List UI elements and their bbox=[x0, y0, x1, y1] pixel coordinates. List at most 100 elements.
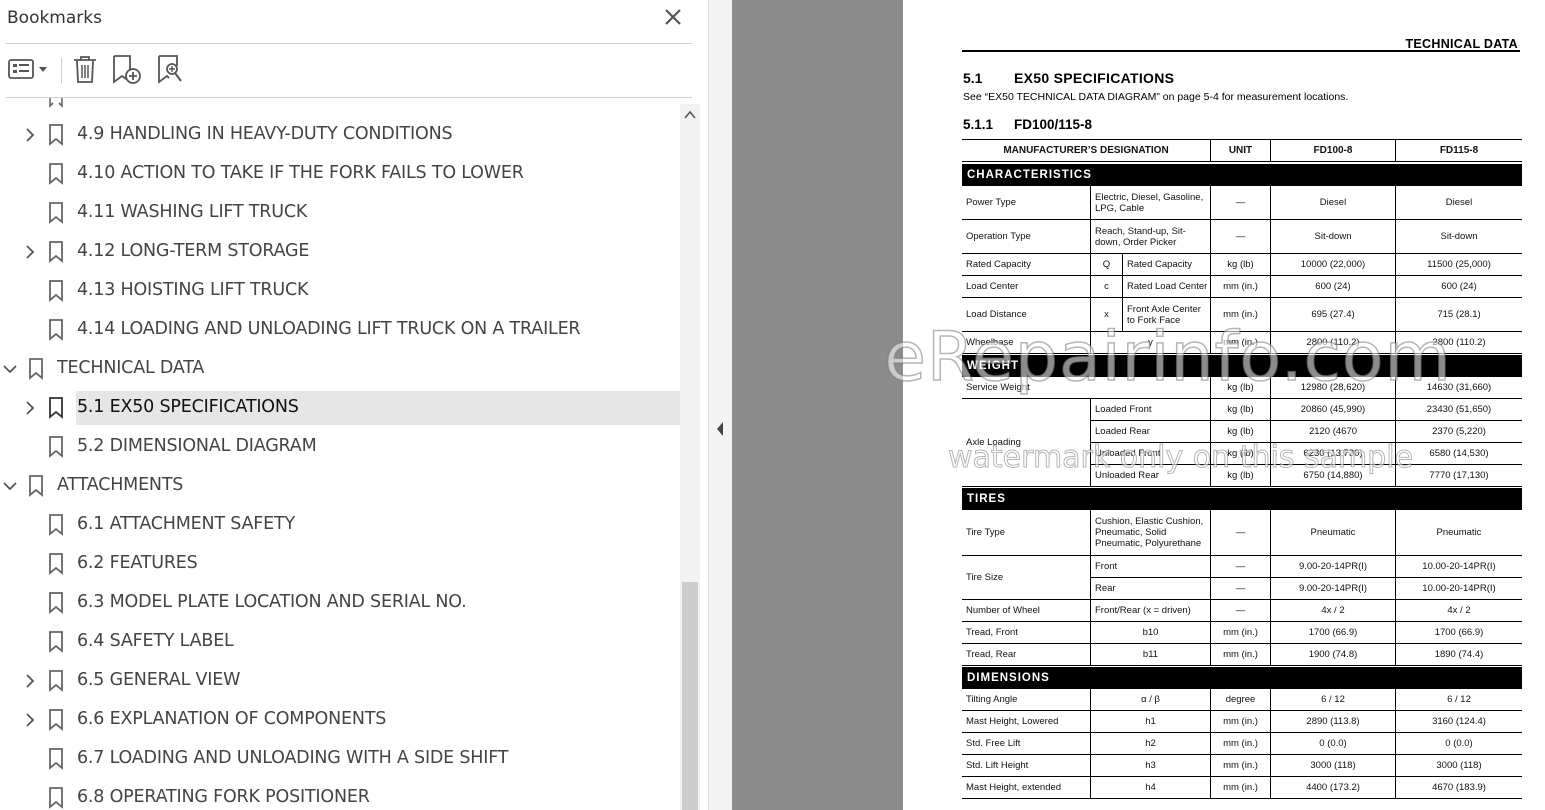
bookmark-icon bbox=[49, 319, 63, 341]
bookmark-icon bbox=[49, 163, 63, 185]
chevron-right-icon[interactable] bbox=[22, 400, 38, 416]
bookmark-item[interactable]: 4.14 LOADING AND UNLOADING LIFT TRUCK ON… bbox=[0, 313, 680, 347]
panel-splitter[interactable] bbox=[708, 0, 732, 810]
table-cell: 7770 (17,130) bbox=[1395, 465, 1522, 487]
bookmark-item[interactable]: 6.2 FEATURES bbox=[0, 547, 680, 581]
bookmark-item[interactable]: 4.12 LONG-TERM STORAGE bbox=[0, 235, 680, 269]
table-cell: degree bbox=[1210, 689, 1270, 711]
bookmark-item[interactable]: 6.3 MODEL PLATE LOCATION AND SERIAL NO. bbox=[0, 586, 680, 620]
table-cell: h4 bbox=[1090, 777, 1210, 799]
table-cell: Front bbox=[1090, 556, 1210, 578]
bookmark-label: 5.1 EX50 SPECIFICATIONS bbox=[77, 397, 299, 417]
bookmark-add-icon[interactable] bbox=[110, 52, 144, 86]
bookmark-item[interactable]: 4.11 WASHING LIFT TRUCK bbox=[0, 196, 680, 230]
table-cell: 1890 (74.4) bbox=[1395, 644, 1522, 666]
bookmarks-panel: Bookmarks 4.9 HANDLING IN HEAVY-DUTY CON… bbox=[0, 0, 708, 810]
chevron-down-icon[interactable] bbox=[2, 478, 18, 494]
bookmark-icon bbox=[49, 592, 63, 614]
table-cell: Q bbox=[1090, 254, 1122, 276]
bookmark-icon bbox=[49, 397, 63, 419]
chevron-down-icon[interactable] bbox=[2, 361, 18, 377]
bookmark-icon bbox=[49, 241, 63, 263]
bookmark-item[interactable]: 6.5 GENERAL VIEW bbox=[0, 664, 680, 698]
table-cell: 1700 (66.9) bbox=[1395, 622, 1522, 644]
table-cell: Tread, Front bbox=[962, 622, 1090, 644]
table-cell: mm (in.) bbox=[1210, 711, 1270, 733]
bookmark-item[interactable]: ATTACHMENTS bbox=[0, 469, 680, 503]
table-cell: Tire Type bbox=[962, 510, 1090, 556]
table-cell: 3160 (124.4) bbox=[1395, 711, 1522, 733]
bookmark-item[interactable]: 6.7 LOADING AND UNLOADING WITH A SIDE SH… bbox=[0, 742, 680, 776]
bookmark-icon bbox=[29, 475, 43, 497]
bookmark-label: 4.14 LOADING AND UNLOADING LIFT TRUCK ON… bbox=[77, 319, 581, 339]
table-cell: Tilting Angle bbox=[962, 689, 1090, 711]
table-cell: Reach, Stand-up, Sit-down, Order Picker bbox=[1090, 220, 1210, 254]
chevron-right-icon[interactable] bbox=[22, 673, 38, 689]
collapse-panel-arrow-icon[interactable] bbox=[715, 421, 725, 437]
table-cell: 6 / 12 bbox=[1395, 689, 1522, 711]
bookmark-icon bbox=[49, 436, 63, 458]
section-number: 5.1 bbox=[963, 70, 983, 86]
table-cell: 1900 (74.8) bbox=[1270, 644, 1395, 666]
bookmark-item[interactable]: 4.13 HOISTING LIFT TRUCK bbox=[0, 274, 680, 308]
bookmark-item[interactable]: 6.8 OPERATING FORK POSITIONER bbox=[0, 781, 680, 810]
bookmark-label: 6.2 FEATURES bbox=[77, 553, 198, 573]
table-cell: kg (lb) bbox=[1210, 399, 1270, 421]
bookmark-tree: 4.9 HANDLING IN HEAVY-DUTY CONDITIONS 4.1… bbox=[0, 98, 680, 810]
scroll-up-arrow-icon[interactable] bbox=[683, 108, 697, 122]
table-cell: mm (in.) bbox=[1210, 777, 1270, 799]
table-cell: b10 bbox=[1090, 622, 1210, 644]
chevron-right-icon[interactable] bbox=[22, 712, 38, 728]
chevron-right-icon[interactable] bbox=[22, 127, 38, 143]
table-cell: 6 / 12 bbox=[1270, 689, 1395, 711]
bookmark-item[interactable]: 4.10 ACTION TO TAKE IF THE FORK FAILS TO… bbox=[0, 157, 680, 191]
table-cell: 4x / 2 bbox=[1270, 600, 1395, 622]
table-cell: 23430 (51,650) bbox=[1395, 399, 1522, 421]
table-cell: Operation Type bbox=[962, 220, 1090, 254]
subsection-title: FD100/115-8 bbox=[1014, 117, 1093, 132]
table-cell: 1700 (66.9) bbox=[1270, 622, 1395, 644]
table-cell: kg (lb) bbox=[1210, 254, 1270, 276]
table-cell: Diesel bbox=[1395, 186, 1522, 220]
table-cell: α / β bbox=[1090, 689, 1210, 711]
bookmark-item[interactable]: TECHNICAL DATA bbox=[0, 352, 680, 386]
table-cell: 4670 (183.9) bbox=[1395, 777, 1522, 799]
scrollbar-thumb[interactable] bbox=[682, 582, 698, 810]
bookmarks-panel-title: Bookmarks bbox=[7, 8, 102, 28]
table-cell: 10000 (22,000) bbox=[1270, 254, 1395, 276]
bookmark-item[interactable]: 4.9 HANDLING IN HEAVY-DUTY CONDITIONS bbox=[0, 118, 680, 152]
bookmark-label: 6.6 EXPLANATION OF COMPONENTS bbox=[77, 709, 387, 729]
table-cell: Sit-down bbox=[1395, 220, 1522, 254]
table-cell: 9.00-20-14PR(I) bbox=[1270, 578, 1395, 600]
table-cell: Diesel bbox=[1270, 186, 1395, 220]
bookmark-icon bbox=[49, 709, 63, 731]
table-cell: Power Type bbox=[962, 186, 1090, 220]
table-cell: 2890 (113.8) bbox=[1270, 711, 1395, 733]
table-cell: c bbox=[1090, 276, 1122, 298]
bookmark-item[interactable]: 5.2 DIMENSIONAL DIAGRAM bbox=[0, 430, 680, 464]
bookmark-item[interactable]: 6.6 EXPLANATION OF COMPONENTS bbox=[0, 703, 680, 737]
bookmark-search-icon[interactable] bbox=[155, 52, 187, 86]
table-cell: h2 bbox=[1090, 733, 1210, 755]
bookmark-label: 6.7 LOADING AND UNLOADING WITH A SIDE SH… bbox=[77, 748, 509, 768]
table-cell: Load Center bbox=[962, 276, 1090, 298]
bookmark-item[interactable]: 5.1 EX50 SPECIFICATIONS bbox=[0, 391, 680, 425]
chevron-right-icon[interactable] bbox=[22, 244, 38, 260]
table-header-cell: FD115-8 bbox=[1395, 140, 1522, 162]
table-cell: 0 (0.0) bbox=[1395, 733, 1522, 755]
list-options-icon[interactable] bbox=[7, 52, 51, 86]
table-cell: 10.00-20-14PR(I) bbox=[1395, 578, 1522, 600]
table-cell: 10.00-20-14PR(I) bbox=[1395, 556, 1522, 578]
subsection-number: 5.1.1 bbox=[963, 117, 994, 132]
table-cell: — bbox=[1210, 186, 1270, 220]
watermark-main: eRepairinfo.com bbox=[883, 317, 1452, 398]
bookmark-icon bbox=[49, 202, 63, 224]
watermark-sub: watermark only on this sample bbox=[947, 440, 1414, 476]
bookmark-icon bbox=[49, 670, 63, 692]
bookmark-item[interactable]: 6.1 ATTACHMENT SAFETY bbox=[0, 508, 680, 542]
trash-icon[interactable] bbox=[70, 52, 100, 86]
section-band-characteristics: CHARACTERISTICS bbox=[962, 164, 1522, 186]
bookmark-item[interactable]: 6.4 SAFETY LABEL bbox=[0, 625, 680, 659]
bookmark-label: 5.2 DIMENSIONAL DIAGRAM bbox=[77, 436, 317, 456]
close-icon[interactable] bbox=[662, 6, 684, 28]
